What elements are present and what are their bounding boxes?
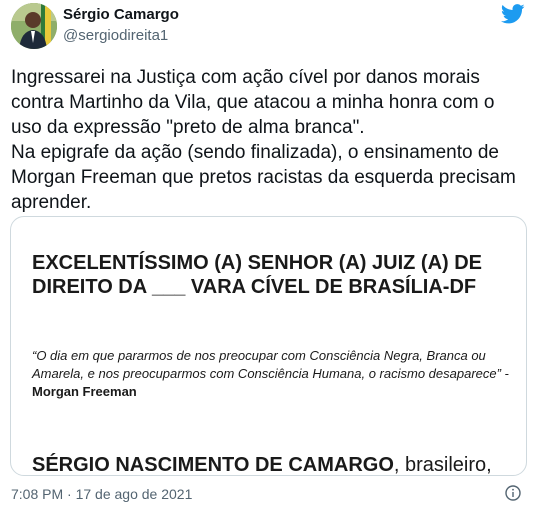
quote-text: “O dia em que pararmos de nos preocupar … bbox=[32, 348, 509, 381]
twitter-bird-icon[interactable] bbox=[501, 4, 525, 24]
author-name[interactable]: Sérgio Camargo bbox=[63, 6, 179, 23]
quote-author: Morgan Freeman bbox=[32, 384, 137, 399]
info-icon[interactable] bbox=[505, 485, 521, 501]
attached-document-image[interactable]: EXCELENTÍSSIMO (A) SENHOR (A) JUIZ (A) D… bbox=[10, 216, 527, 476]
avatar[interactable] bbox=[11, 3, 57, 49]
tweet-text: Ingressarei na Justiça com ação cível po… bbox=[11, 65, 526, 215]
tweet-timestamp[interactable]: 7:08 PM · 17 de ago de 2021 bbox=[11, 486, 192, 502]
author-handle[interactable]: @sergiodireita1 bbox=[63, 27, 168, 44]
tweet-card: Sérgio Camargo @sergiodireita1 Ingressar… bbox=[0, 0, 537, 508]
party-description: , brasileiro, bbox=[393, 454, 492, 476]
document-quote: “O dia em que pararmos de nos preocupar … bbox=[32, 347, 512, 401]
tweet-paragraph: Na epigrafe da ação (sendo finalizada), … bbox=[11, 142, 516, 213]
document-party: SÉRGIO NASCIMENTO DE CAMARGO, brasileiro… bbox=[32, 453, 512, 476]
document-heading: EXCELENTÍSSIMO (A) SENHOR (A) JUIZ (A) D… bbox=[32, 252, 483, 298]
tweet-paragraph: Ingressarei na Justiça com ação cível po… bbox=[11, 67, 495, 138]
party-name: SÉRGIO NASCIMENTO DE CAMARGO bbox=[32, 454, 394, 476]
